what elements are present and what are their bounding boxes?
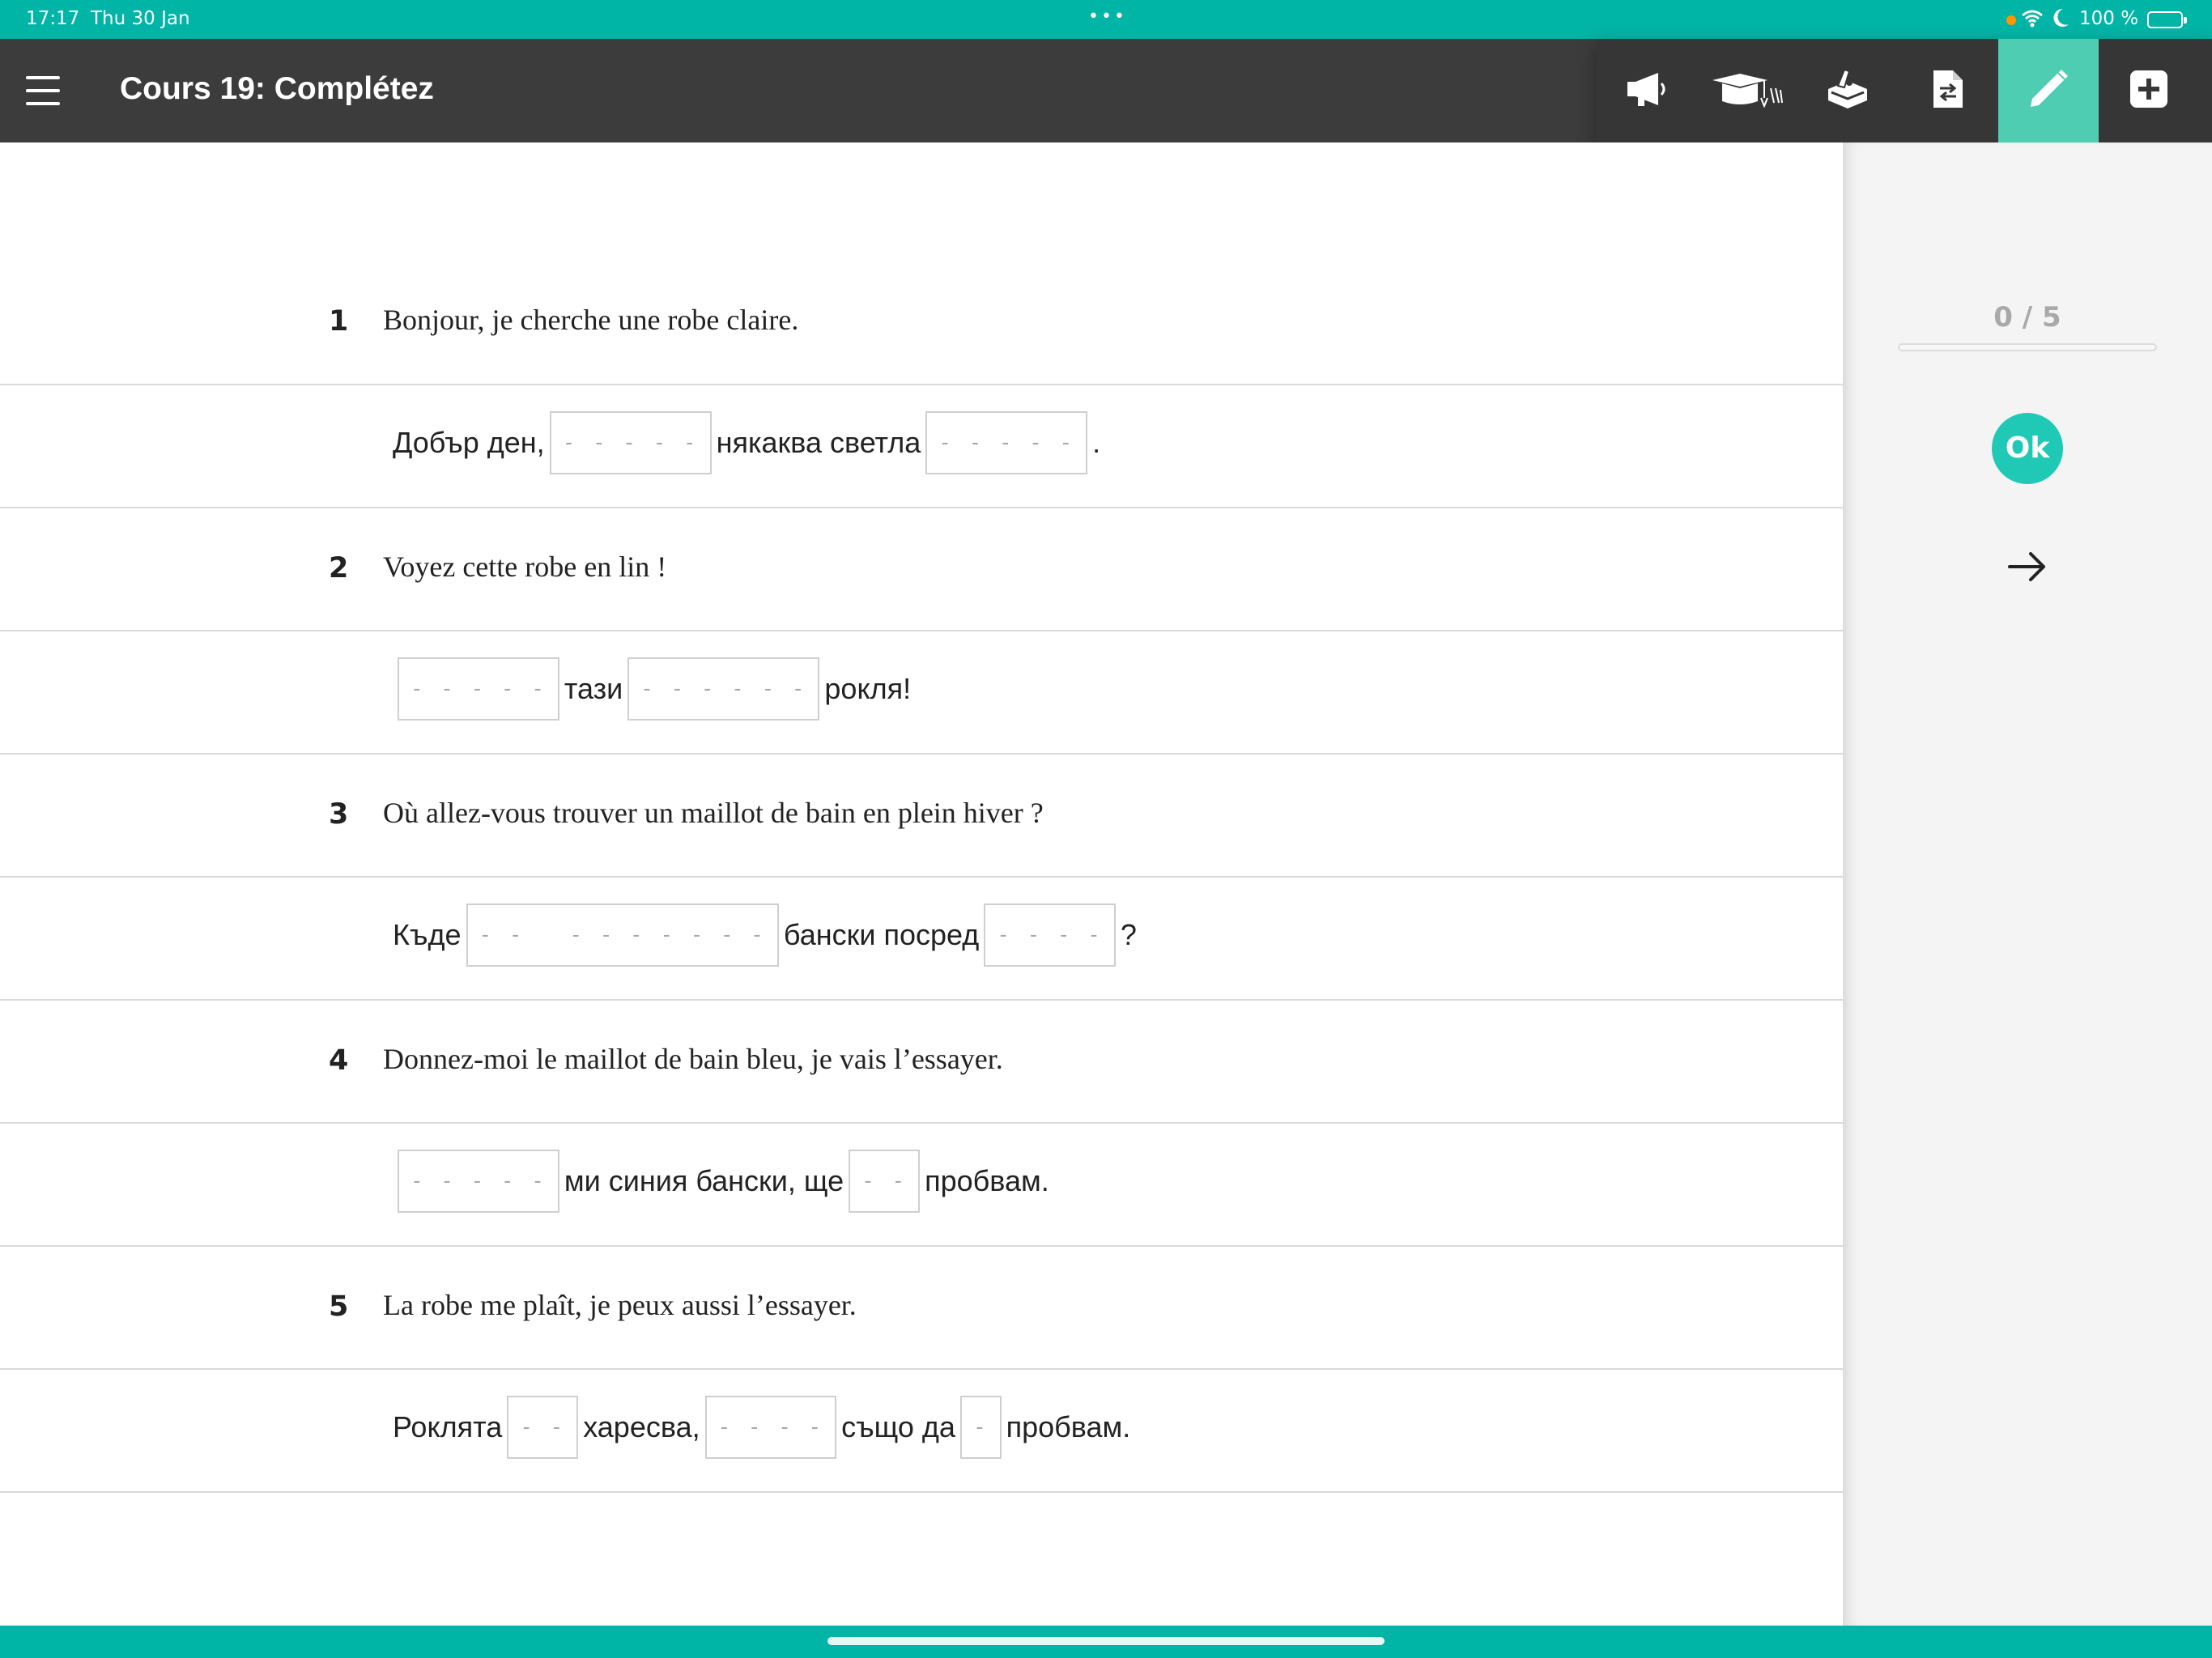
status-date: Thu 30 Jan	[91, 8, 190, 29]
hamburger-menu-icon[interactable]	[26, 76, 60, 105]
answer-blank-input[interactable]: - -	[849, 1150, 921, 1213]
wifi-icon	[2021, 8, 2044, 32]
status-time: 17:17	[26, 8, 80, 29]
answer-row: Къде - - - - - - - - - бански посред - - - …	[0, 878, 1843, 1001]
sentence-fragment: тази	[564, 672, 623, 705]
answer-blank-input[interactable]: - - - - -	[398, 657, 559, 721]
page-title: Cours 19: Complétez	[120, 71, 434, 106]
moon-icon	[2052, 6, 2071, 34]
sentence-fragment: Къде	[393, 918, 462, 951]
question-row: 3 Où allez-vous trouver un maillot de ba…	[0, 755, 1843, 878]
question-row: 5 La robe me plaît, je peux aussi l’essa…	[0, 1247, 1843, 1370]
answer-blank-input[interactable]: - - - - -	[398, 1150, 559, 1213]
sentence-fragment: ?	[1120, 918, 1137, 951]
plus-square-icon	[2129, 69, 2169, 113]
sentence-fragment: харесва,	[583, 1410, 700, 1443]
graduation-cap-icon	[1711, 70, 1784, 112]
question-number: 4	[329, 1044, 349, 1077]
audio-button[interactable]	[1597, 39, 1697, 142]
battery-percent: 100 %	[2079, 8, 2139, 29]
answer-blank-input[interactable]: - - - - - - - - -	[466, 903, 779, 967]
home-indicator[interactable]	[827, 1637, 1385, 1645]
question-number: 5	[329, 1290, 349, 1323]
arrow-right-icon	[2006, 552, 2048, 586]
document-swap-icon	[1932, 69, 1964, 113]
answer-row: - - - - - тази - - - - - - рокля!	[0, 631, 1843, 755]
add-button[interactable]	[2099, 39, 2199, 142]
french-sentence: Bonjour, je cherche une robe claire.	[383, 304, 799, 336]
bottom-bar	[0, 1626, 2212, 1658]
battery-icon	[2147, 11, 2187, 28]
answer-blank-input[interactable]: - - - -	[704, 1396, 837, 1459]
sentence-fragment: някаква светла	[716, 426, 921, 459]
bulgarian-sentence: Добър ден, - - - - - някаква светла - - - -…	[393, 411, 1100, 474]
ok-button[interactable]: Ok	[1992, 413, 2063, 484]
question-row: 1 Bonjour, je cherche une robe claire.	[0, 142, 1843, 385]
answer-row: Роклята - - харесва, - - - - също да - пробвам…	[0, 1370, 1843, 1493]
sentence-fragment: бански посред	[783, 918, 980, 951]
workbook-icon	[1825, 68, 1870, 114]
progress-bar	[1898, 343, 2157, 351]
bulgarian-sentence: Роклята - - харесва, - - - - също да - пробвам…	[393, 1396, 1130, 1459]
question-number: 3	[329, 798, 349, 831]
sentence-fragment: пробвам.	[1006, 1410, 1131, 1443]
sentence-fragment: рокля!	[824, 672, 912, 705]
megaphone-icon	[1626, 70, 1668, 112]
answer-blank-input[interactable]: -	[959, 1396, 1002, 1459]
answer-blank-input[interactable]: - - - - -	[549, 411, 712, 474]
exercise-button[interactable]	[1998, 39, 2099, 142]
question-number: 2	[329, 552, 349, 585]
french-sentence: Donnez-moi le maillot de bain bleu, je v…	[383, 1043, 1003, 1075]
sentence-fragment: също да	[841, 1410, 955, 1443]
workbook-button[interactable]	[1797, 39, 1898, 142]
answer-blank-input[interactable]: - - - - - -	[627, 657, 820, 721]
question-row: 2 Voyez cette robe en lin !	[0, 508, 1843, 631]
answer-blank-input[interactable]: - - - - -	[925, 411, 1088, 474]
french-sentence: La robe me plaît, je peux aussi l’essaye…	[383, 1289, 857, 1321]
status-bar: 17:17 Thu 30 Jan ••• 100 %	[0, 0, 2212, 39]
exercise-list: 1 Bonjour, je cherche une robe claire. Д…	[0, 142, 1843, 1626]
lesson-button[interactable]	[1697, 39, 1797, 142]
toolbar	[1597, 39, 2212, 142]
translation-button[interactable]	[1898, 39, 1998, 142]
score-counter: 0 / 5	[1993, 301, 2061, 334]
sentence-fragment: Роклята	[393, 1410, 503, 1443]
answer-blank-input[interactable]: - -	[507, 1396, 579, 1459]
bulgarian-sentence: - - - - - ми синия бански, ще - - пробвам.	[393, 1150, 1049, 1213]
french-sentence: Où allez-vous trouver un maillot de bain…	[383, 797, 1044, 829]
answer-blank-input[interactable]: - - - -	[984, 903, 1116, 967]
bulgarian-sentence: Къде - - - - - - - - - бански посред - - - …	[393, 903, 1137, 967]
question-number: 1	[329, 305, 349, 338]
multitasking-dots-icon[interactable]: •••	[1088, 6, 1127, 27]
pencil-icon	[2026, 66, 2071, 116]
next-button[interactable]	[2006, 551, 2048, 587]
french-sentence: Voyez cette robe en lin !	[383, 551, 667, 583]
sentence-fragment: Добър ден,	[393, 426, 545, 459]
sentence-fragment: .	[1092, 426, 1101, 459]
bulgarian-sentence: - - - - - тази - - - - - - рокля!	[393, 657, 911, 721]
question-row: 4 Donnez-moi le maillot de bain bleu, je…	[0, 1001, 1843, 1124]
answer-row: Добър ден, - - - - - някаква светла - - - -…	[0, 385, 1843, 508]
sentence-fragment: ми синия бански, ще	[564, 1164, 844, 1197]
recording-indicator-icon	[2006, 15, 2016, 25]
sentence-fragment: пробвам.	[925, 1164, 1049, 1197]
side-panel: 0 / 5 Ok	[1843, 142, 2212, 1626]
answer-row: - - - - - ми синия бански, ще - - пробвам.	[0, 1124, 1843, 1247]
